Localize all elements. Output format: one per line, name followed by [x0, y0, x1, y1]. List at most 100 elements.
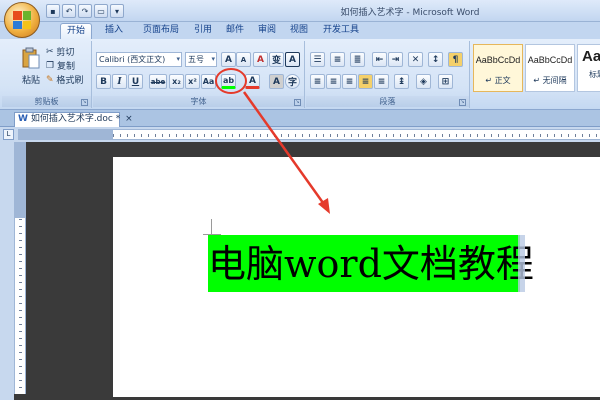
- enclose-char-icon: 字: [287, 78, 297, 88]
- style-name: ↵ 无间隔: [533, 76, 567, 85]
- superscript-icon: x²: [188, 77, 197, 86]
- horizontal-ruler[interactable]: [113, 129, 600, 140]
- font-group: Calibri (西文正文) ▾ 五号 ▾ A A A 变 A B I U abe …: [93, 41, 305, 108]
- clear-format-icon: A: [257, 54, 264, 65]
- font-color-button[interactable]: A: [245, 74, 260, 89]
- tab-home[interactable]: 开始: [60, 23, 92, 39]
- strikethrough-icon: abe: [150, 77, 166, 86]
- strikethrough-button[interactable]: abe: [149, 74, 167, 89]
- chevron-down-icon: ▾: [176, 55, 180, 63]
- bullets-icon[interactable]: ☰: [310, 52, 325, 67]
- char-shading-icon: A: [273, 76, 280, 87]
- phonetic-guide-button[interactable]: 变: [269, 52, 284, 67]
- tab-developer[interactable]: 开发工具: [318, 23, 364, 39]
- office-button[interactable]: [4, 2, 40, 38]
- font-group-label: 字体: [93, 96, 304, 107]
- highlight-button[interactable]: ab: [221, 74, 236, 89]
- clipboard-group: 粘贴 ✂ 剪切 ❐ 复制 ✎ 格式刷 剪贴板 ↘: [2, 41, 92, 108]
- decrease-indent-icon[interactable]: ⇤: [372, 52, 387, 67]
- copy-button[interactable]: ❐ 复制: [46, 58, 75, 73]
- font-launcher-icon[interactable]: ↘: [294, 99, 301, 106]
- shrink-font-icon: A: [240, 55, 247, 64]
- format-painter-button[interactable]: ✎ 格式刷: [46, 72, 83, 87]
- bold-button[interactable]: B: [96, 74, 111, 89]
- char-shading-button[interactable]: A: [269, 74, 284, 89]
- highlighter-icon: ab: [222, 76, 235, 85]
- paste-button[interactable]: 粘贴: [22, 72, 40, 87]
- subscript-button[interactable]: x₂: [169, 74, 184, 89]
- paragraph-group: ☰ ≡ ≣ ⇤ ⇥ ✕ ↕ ¶ ≡ ≡ ≡ ≡ ≡ ↨ ◈ ⊞ 段落 ↘: [306, 41, 470, 108]
- shading-icon[interactable]: ◈: [416, 74, 431, 89]
- ribbon-tabs: 开始 插入 页面布局 引用 邮件 审阅 视图 开发工具: [0, 22, 600, 39]
- multilevel-list-icon[interactable]: ≣: [350, 52, 365, 67]
- subscript-icon: x₂: [172, 77, 181, 86]
- clipboard-group-label: 剪贴板: [2, 96, 91, 107]
- ribbon: 粘贴 ✂ 剪切 ❐ 复制 ✎ 格式刷 剪贴板 ↘ Calibri (西文正文) ▾…: [0, 39, 600, 110]
- numbering-icon[interactable]: ≡: [330, 52, 345, 67]
- grow-font-button[interactable]: A: [221, 52, 236, 67]
- font-size-select[interactable]: 五号 ▾: [185, 52, 217, 67]
- chinese-layout-icon[interactable]: ✕: [408, 52, 423, 67]
- redo-icon[interactable]: ↷: [78, 4, 92, 18]
- document-body-text[interactable]: 电脑word文档教程: [208, 236, 534, 292]
- tab-view[interactable]: 视图: [286, 23, 312, 39]
- tab-review[interactable]: 审阅: [254, 23, 280, 39]
- style-name-label: 无间隔: [542, 76, 567, 85]
- tab-insert[interactable]: 插入: [100, 23, 128, 39]
- phonetic-icon: 变: [271, 56, 281, 66]
- styles-group: AaBbCcDd ↵ 正文 AaBbCcDd ↵ 无间隔 AaB 标题: [471, 41, 600, 108]
- clipboard-launcher-icon[interactable]: ↘: [81, 99, 88, 106]
- align-left-icon[interactable]: ≡: [310, 74, 325, 89]
- vertical-ruler-margin: [14, 142, 26, 218]
- document-tab[interactable]: W 如何插入艺术字.doc * ×: [14, 112, 133, 127]
- tab-mailings[interactable]: 邮件: [222, 23, 248, 39]
- font-name-value: Calibri (西文正文): [99, 55, 166, 64]
- cut-button[interactable]: ✂ 剪切: [46, 44, 74, 59]
- borders-icon[interactable]: ⊞: [438, 74, 453, 89]
- style-sample: AaBbCcDd: [475, 55, 521, 65]
- sort-icon[interactable]: ↕: [428, 52, 443, 67]
- paragraph-launcher-icon[interactable]: ↘: [459, 99, 466, 106]
- office-logo-icon: [13, 11, 31, 29]
- underline-button[interactable]: U: [128, 74, 143, 89]
- tab-page-layout[interactable]: 页面布局: [136, 23, 186, 39]
- save-icon[interactable]: ▪: [46, 4, 60, 18]
- font-name-select[interactable]: Calibri (西文正文) ▾: [96, 52, 182, 67]
- clear-format-button[interactable]: A: [253, 52, 268, 67]
- line-spacing-icon[interactable]: ↨: [394, 74, 409, 89]
- undo-icon[interactable]: ↶: [62, 4, 76, 18]
- superscript-button[interactable]: x²: [185, 74, 200, 89]
- word-doc-icon: W: [18, 114, 28, 124]
- style-sample: AaBbCcDd: [527, 55, 573, 65]
- tab-selector-icon[interactable]: L: [3, 129, 14, 140]
- brush-icon: ✎: [46, 74, 54, 85]
- ruler-row: L: [0, 127, 600, 142]
- bold-icon: B: [100, 76, 107, 87]
- distributed-icon[interactable]: ≡: [374, 74, 389, 89]
- char-border-button[interactable]: A: [285, 52, 300, 67]
- print-icon[interactable]: ▭: [94, 4, 108, 18]
- title-bar: ▪ ↶ ↷ ▭ ▾ 如何插入艺术字 - Microsoft Word: [0, 0, 600, 38]
- dropdown-icon[interactable]: ▾: [110, 4, 124, 18]
- italic-button[interactable]: I: [112, 74, 127, 89]
- document-page[interactable]: 电脑word文档教程: [113, 157, 600, 397]
- increase-indent-icon[interactable]: ⇥: [388, 52, 403, 67]
- tab-references[interactable]: 引用: [190, 23, 216, 39]
- shrink-font-button[interactable]: A: [236, 52, 251, 67]
- change-case-icon: Aa: [202, 77, 215, 86]
- show-marks-icon[interactable]: ¶: [448, 52, 463, 67]
- align-center-icon[interactable]: ≡: [326, 74, 341, 89]
- style-normal[interactable]: AaBbCcDd ↵ 正文: [473, 44, 523, 92]
- change-case-button[interactable]: Aa: [201, 74, 216, 89]
- underline-icon: U: [131, 76, 140, 87]
- window-title: 如何插入艺术字 - Microsoft Word: [340, 8, 480, 18]
- document-tab-label: 如何插入艺术字.doc *: [30, 114, 121, 124]
- style-no-spacing[interactable]: AaBbCcDd ↵ 无间隔: [525, 44, 575, 92]
- justify-icon[interactable]: ≡: [358, 74, 373, 89]
- document-tab-strip: W 如何插入艺术字.doc * ×: [0, 110, 600, 127]
- close-icon[interactable]: ×: [125, 114, 133, 124]
- enclose-char-button[interactable]: 字: [285, 74, 300, 89]
- paste-icon[interactable]: [20, 45, 42, 71]
- style-heading[interactable]: AaB 标题: [577, 44, 600, 92]
- align-right-icon[interactable]: ≡: [342, 74, 357, 89]
